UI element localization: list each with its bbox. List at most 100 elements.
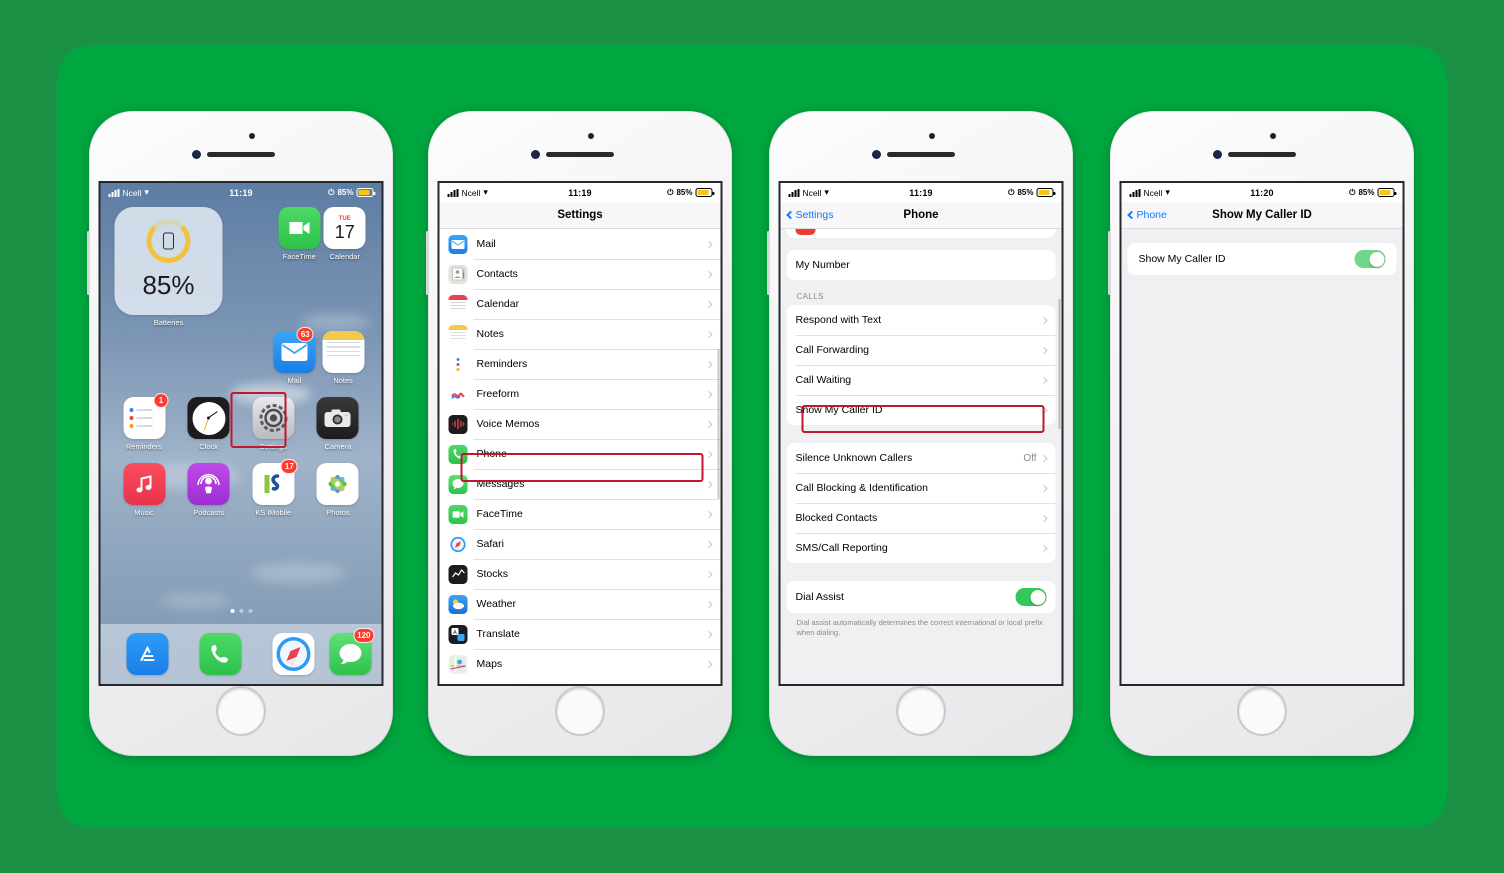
chevron-right-icon [1040,346,1048,354]
settings-item-translate[interactable]: A Translate [439,619,721,649]
settings-item-messages[interactable]: Messages [439,469,721,499]
home-button[interactable] [896,686,946,736]
navigation-bar: Settings Phone [780,202,1062,229]
home-button[interactable] [216,686,266,736]
settings-item-maps[interactable]: Maps [439,649,721,679]
item-label: Respond with Text [795,314,882,326]
settings-item-reminders[interactable]: Reminders [439,349,721,379]
row-show-my-caller-id[interactable]: Show My Caller ID [1127,243,1397,275]
settings-list[interactable]: Mail Contacts Calendar Notes Reminders F… [439,229,721,684]
navigation-bar: Settings [439,202,721,229]
scrollbar[interactable] [1058,299,1060,429]
dial-assist-toggle[interactable] [1015,588,1047,606]
settings-item-calendar[interactable]: Calendar [439,289,721,319]
settings-item-phone[interactable]: Phone [439,439,721,469]
app-podcasts[interactable]: Podcasts [179,463,238,517]
app-notes[interactable]: Notes [319,331,368,385]
chevron-right-icon [705,630,713,638]
back-button[interactable]: Phone [1127,209,1167,221]
back-button[interactable]: Settings [786,209,833,221]
phone-4-screen: Ncell ▾ 11:20 ⏻ 85% Phone Show My Caller… [1119,181,1405,686]
row-show-my-caller-id[interactable]: Show My Caller ID [786,395,1056,425]
row-silence-unknown-callers[interactable]: Silence Unknown Callers Off [786,443,1056,473]
battery-icon [1377,188,1396,197]
item-label: Phone [476,448,507,460]
safari-icon[interactable] [272,633,314,675]
proximity-sensor-icon [588,133,594,139]
phone-1-home-screen: Ncell ▾ 11:19 ⏻ 85% 85% Batteries FaceTi… [87,111,393,756]
app-label: FaceTime [282,252,316,261]
chevron-right-icon [1040,406,1048,414]
phone-1-screen: Ncell ▾ 11:19 ⏻ 85% 85% Batteries FaceTi… [98,181,384,686]
row-sms-call-reporting[interactable]: SMS/Call Reporting [786,533,1056,563]
front-camera-icon [192,150,201,159]
show-my-caller-id-toggle[interactable] [1354,250,1386,268]
app-settings[interactable]: Settings [244,397,303,451]
page-title: Phone [903,209,939,221]
app-facetime[interactable]: FaceTime [276,207,322,261]
chevron-right-icon [705,450,713,458]
app-ks-imobile[interactable]: 17 KS iMobile [244,459,303,517]
back-label: Phone [1136,209,1167,221]
phone-3-phone-settings: Ncell ▾ 11:19 ⏻ 85% Settings Phone My Nu… [767,111,1073,756]
app-clock[interactable]: Clock [179,397,238,451]
chevron-right-icon [705,570,713,578]
caller-id-group: Show My Caller ID [1127,243,1397,275]
my-number-group: My Number [786,250,1056,280]
widget-label: Batteries [153,318,184,327]
settings-item-notes[interactable]: Notes [439,319,721,349]
chevron-right-icon [705,540,713,548]
maps-icon [448,654,468,674]
app-calendar[interactable]: TUE 17 Calendar [322,207,368,261]
settings-icon [252,397,295,439]
mail-icon [448,234,468,254]
item-label: Freeform [476,388,520,400]
calendar-day: 17 [334,222,355,242]
row-call-forwarding[interactable]: Call Forwarding [786,335,1056,365]
settings-item-freeform[interactable]: Freeform [439,379,721,409]
my-number-row[interactable]: My Number [786,250,1056,280]
item-label: Blocked Contacts [795,512,878,524]
settings-item-weather[interactable]: Weather [439,589,721,619]
app-music[interactable]: Music [115,463,174,517]
app-reminders[interactable]: 1 Reminders [115,393,174,451]
row-blocked-contacts[interactable]: Blocked Contacts [786,503,1056,533]
scrolled-partial-row [786,229,1056,238]
settings-item-mail[interactable]: Mail [439,229,721,259]
chevron-right-icon [1040,454,1048,462]
home-button[interactable] [1237,686,1287,736]
settings-item-facetime[interactable]: FaceTime [439,499,721,529]
app-label: Notes [333,376,353,385]
settings-item-stocks[interactable]: Stocks [439,559,721,589]
batteries-widget[interactable]: 85% [114,207,223,315]
app-camera[interactable]: Camera [308,397,367,451]
status-time: 11:19 [229,187,253,198]
settings-item-safari[interactable]: Safari [439,529,721,559]
chevron-right-icon [705,300,713,308]
front-camera-icon [872,150,881,159]
item-label: Translate [476,628,520,640]
row-dial-assist[interactable]: Dial Assist [786,581,1056,613]
scrollbar[interactable] [717,349,719,499]
item-label: Call Forwarding [795,344,870,356]
home-button[interactable] [555,686,605,736]
row-call-blocking-identification[interactable]: Call Blocking & Identification [786,473,1056,503]
app-label: Podcasts [193,508,225,517]
app-store-icon[interactable] [126,633,168,675]
chevron-right-icon [1040,376,1048,384]
battery-icon [695,188,714,197]
phone-icon[interactable] [199,633,241,675]
settings-item-contacts[interactable]: Contacts [439,259,721,289]
app-mail[interactable]: 63 Mail [270,327,319,385]
blocking-group: Silence Unknown Callers Off Call Blockin… [786,443,1056,563]
badge-count: 1 [153,393,169,408]
phone-settings-list[interactable]: My Number CALLS Respond with Text Call F… [780,229,1062,684]
row-call-waiting[interactable]: Call Waiting [786,365,1056,395]
app-photos[interactable]: Photos [308,463,367,517]
row-respond-with-text[interactable]: Respond with Text [786,305,1056,335]
phone-3-screen: Ncell ▾ 11:19 ⏻ 85% Settings Phone My Nu… [778,181,1064,686]
chevron-right-icon [705,390,713,398]
status-time: 11:19 [909,187,933,198]
settings-item-voice-memos[interactable]: Voice Memos [439,409,721,439]
chevron-right-icon [705,330,713,338]
